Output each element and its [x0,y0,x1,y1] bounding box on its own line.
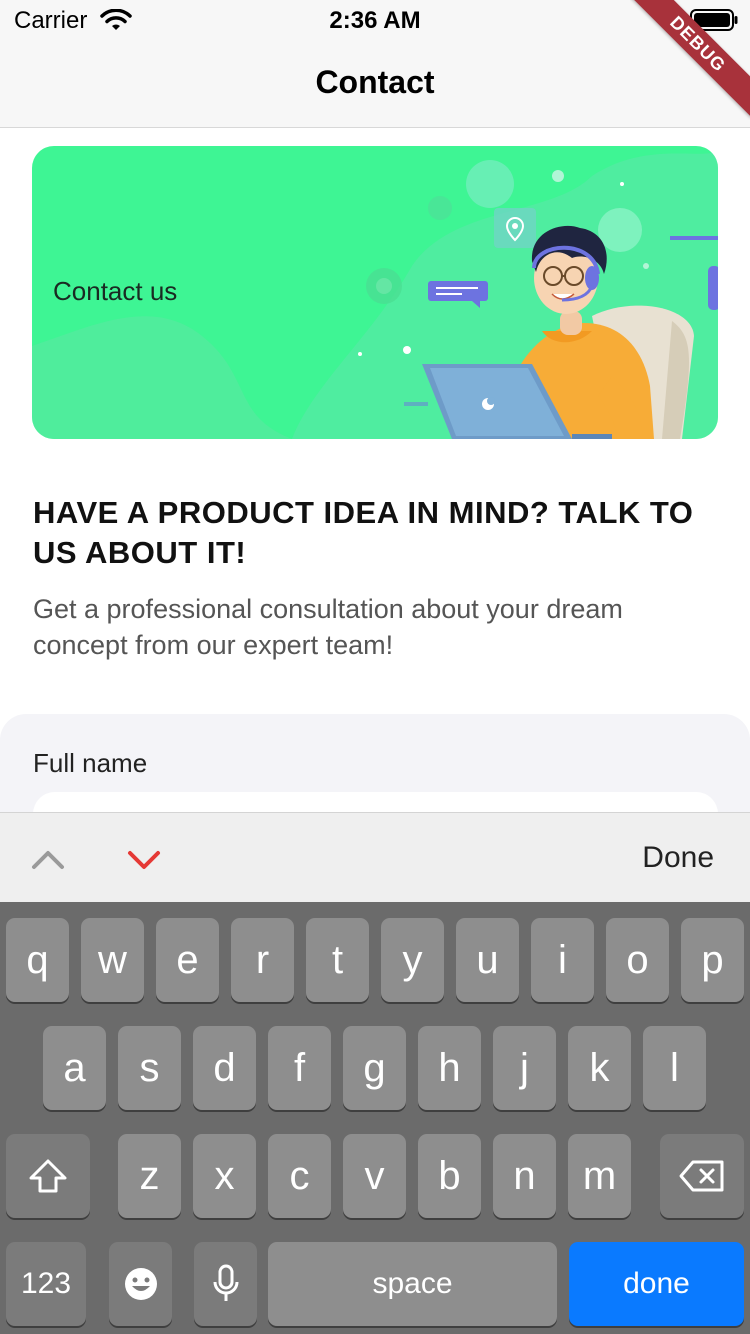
key-p[interactable]: p [681,918,744,1002]
key-e[interactable]: e [156,918,219,1002]
done-key[interactable]: done [569,1242,744,1326]
keyboard-toolbar: Done [0,812,750,902]
key-j[interactable]: j [493,1026,556,1110]
key-y[interactable]: y [381,918,444,1002]
key-q[interactable]: q [6,918,69,1002]
key-z[interactable]: z [118,1134,181,1218]
banner-title: Contact us [53,276,178,306]
navigation-bar: Contact [0,40,750,128]
clock: 2:36 AM [329,7,421,34]
page-title: Contact [315,64,435,100]
contact-banner: Contact us [32,146,718,439]
status-bar: Carrier 2:36 AM [0,0,750,40]
key-o[interactable]: o [606,918,669,1002]
key-w[interactable]: w [81,918,144,1002]
shift-icon [28,1158,68,1194]
shift-key[interactable] [6,1134,90,1218]
key-s[interactable]: s [118,1026,181,1110]
key-a[interactable]: a [43,1026,106,1110]
key-d[interactable]: d [193,1026,256,1110]
key-v[interactable]: v [343,1134,406,1218]
key-i[interactable]: i [531,918,594,1002]
chevron-up-icon[interactable] [30,843,66,880]
headline: HAVE A PRODUCT IDEA IN MIND? TALK TO US … [33,495,694,570]
key-c[interactable]: c [268,1134,331,1218]
key-g[interactable]: g [343,1026,406,1110]
keyboard: q w e r t y u i o p a s d f g h j k l z … [0,902,750,1334]
toolbar-done-button[interactable]: Done [642,841,714,875]
numbers-key[interactable]: 123 [6,1242,86,1326]
key-f[interactable]: f [268,1026,331,1110]
key-t[interactable]: t [306,918,369,1002]
space-key[interactable]: space [268,1242,557,1326]
delete-key[interactable] [660,1134,744,1218]
key-k[interactable]: k [568,1026,631,1110]
key-m[interactable]: m [568,1134,631,1218]
battery-icon [690,9,738,36]
microphone-icon [213,1264,239,1304]
key-r[interactable]: r [231,918,294,1002]
emoji-key[interactable] [109,1242,172,1326]
key-h[interactable]: h [418,1026,481,1110]
key-x[interactable]: x [193,1134,256,1218]
subheadline: Get a professional consultation about yo… [33,594,623,660]
emoji-icon [123,1266,159,1302]
key-n[interactable]: n [493,1134,556,1218]
delete-icon [678,1159,726,1193]
chevron-down-icon[interactable] [126,843,162,880]
full-name-label: Full name [33,748,148,778]
key-l[interactable]: l [643,1026,706,1110]
key-u[interactable]: u [456,918,519,1002]
dictation-key[interactable] [194,1242,257,1326]
key-b[interactable]: b [418,1134,481,1218]
